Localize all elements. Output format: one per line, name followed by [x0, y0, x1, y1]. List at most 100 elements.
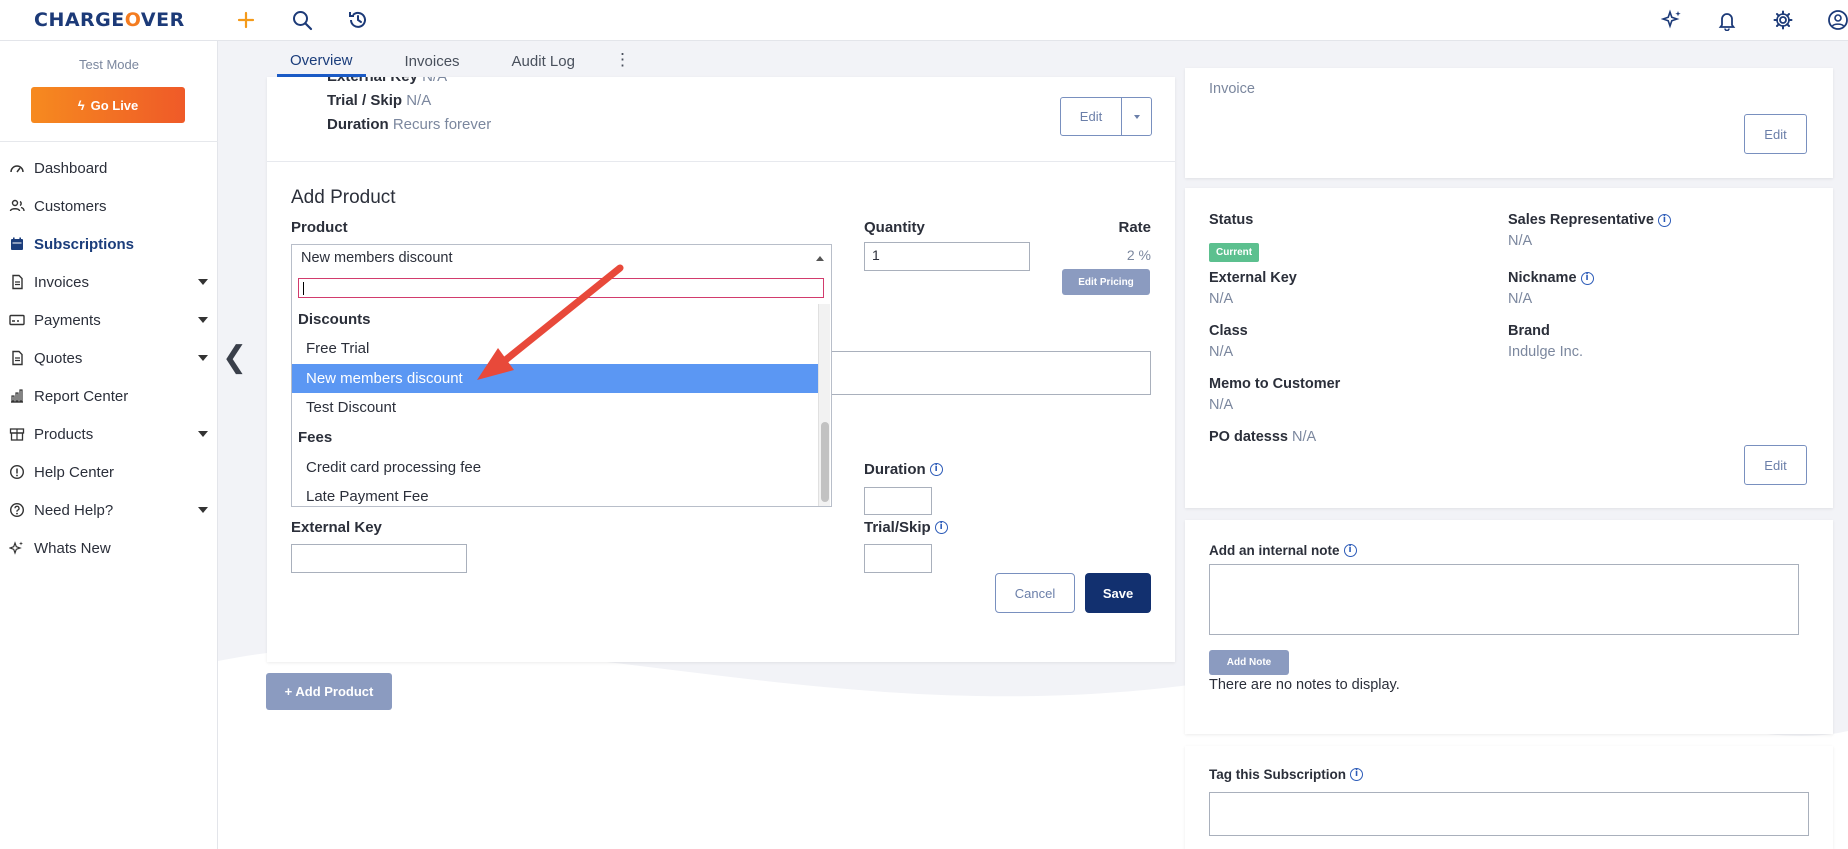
caret-up-icon: [816, 256, 824, 261]
product-dropdown: Discounts Free Trial New members discoun…: [291, 272, 832, 507]
go-live-button[interactable]: ϟ Go Live: [31, 87, 185, 123]
no-notes-text: There are no notes to display.: [1209, 677, 1400, 693]
sidebar-item-payments[interactable]: Payments: [0, 301, 218, 339]
sales-rep-label: Sales Representative i: [1508, 212, 1671, 228]
sidebar-item-customers[interactable]: Customers: [0, 187, 218, 225]
tab-audit-log[interactable]: Audit Log: [499, 53, 588, 77]
add-product-heading: Add Product: [291, 187, 396, 208]
duration-line: Duration Recurs forever: [327, 116, 492, 133]
brand-value: Indulge Inc.: [1508, 344, 1583, 360]
user-account-icon[interactable]: [1826, 8, 1848, 32]
bell-icon[interactable]: [1715, 8, 1739, 32]
sidebar-item-label: Customers: [34, 197, 107, 215]
duration-input[interactable]: [864, 487, 932, 515]
chevron-down-icon: [198, 317, 208, 323]
card-icon: [8, 311, 26, 329]
dropdown-scrollbar[interactable]: [818, 304, 830, 506]
tag-label: Tag this Subscription i: [1209, 767, 1364, 782]
external-key-value: N/A: [1209, 291, 1234, 307]
summary-edit-button[interactable]: Edit: [1061, 98, 1122, 135]
sidebar-item-need-help[interactable]: Need Help?: [0, 491, 218, 529]
document-icon: [8, 349, 26, 367]
trial-skip-line: Trial / Skip N/A: [327, 92, 432, 109]
sidebar-item-label: Subscriptions: [34, 235, 135, 253]
sidebar-item-label: Invoices: [34, 273, 90, 291]
invoice-edit-button[interactable]: Edit: [1744, 114, 1807, 154]
sparkle-icon: [8, 539, 26, 557]
dropdown-option[interactable]: Free Trial: [292, 334, 818, 364]
dropdown-option[interactable]: Credit card processing fee: [292, 453, 818, 483]
info-icon[interactable]: i: [929, 463, 943, 476]
status-badge: Current: [1209, 243, 1260, 262]
dropdown-options: Discounts Free Trial New members discoun…: [292, 304, 818, 512]
sidebar-item-report-center[interactable]: Report Center: [0, 377, 218, 415]
dropdown-option-highlighted[interactable]: New members discount: [292, 363, 818, 393]
summary-edit-dropdown-toggle[interactable]: [1122, 98, 1151, 135]
sidebar: Test Mode ϟ Go Live Dashboard Customers S…: [0, 41, 218, 849]
info-icon[interactable]: i: [1343, 544, 1357, 557]
external-key-label: External Key: [291, 519, 382, 536]
calendar-icon: [8, 235, 26, 253]
add-note-button[interactable]: Add Note: [1209, 650, 1289, 675]
caret-down-icon: [1133, 114, 1140, 119]
sidebar-item-help-center[interactable]: Help Center: [0, 453, 218, 491]
ai-sparkle-icon[interactable]: [1660, 8, 1684, 32]
collapse-sidebar-chevron-icon[interactable]: ❮: [222, 340, 247, 375]
sidebar-item-whats-new[interactable]: Whats New: [0, 529, 218, 567]
chevron-down-icon: [198, 355, 208, 361]
dropdown-search-input[interactable]: [298, 278, 824, 298]
external-key-input[interactable]: [291, 544, 467, 573]
dropdown-option[interactable]: Late Payment Fee: [292, 482, 818, 512]
trial-skip-label: Trial/Skip i: [864, 519, 948, 536]
plus-icon[interactable]: [234, 8, 258, 32]
sidebar-item-quotes[interactable]: Quotes: [0, 339, 218, 377]
add-product-button[interactable]: + Add Product: [266, 673, 392, 710]
product-select[interactable]: New members discount: [291, 244, 832, 273]
quantity-input[interactable]: 1: [864, 242, 1030, 271]
tag-input[interactable]: [1209, 792, 1809, 836]
dropdown-group-label: Discounts: [298, 310, 371, 328]
sidebar-item-products[interactable]: Products: [0, 415, 218, 453]
sidebar-item-subscriptions[interactable]: Subscriptions: [0, 225, 218, 263]
sidebar-item-label: Payments: [34, 311, 101, 329]
dropdown-group-label: Fees: [298, 429, 333, 446]
summary-edit-split-button: Edit: [1060, 97, 1152, 136]
test-mode-label: Test Mode: [79, 57, 139, 72]
nickname-value: N/A: [1508, 291, 1533, 307]
sidebar-item-label: Need Help?: [34, 501, 114, 519]
sidebar-item-invoices[interactable]: Invoices: [0, 263, 218, 301]
quantity-label: Quantity: [864, 219, 925, 236]
question-icon: [8, 501, 26, 519]
internal-note-textarea[interactable]: [1209, 564, 1799, 635]
more-options-icon[interactable]: ⋮: [614, 50, 631, 77]
trial-skip-input[interactable]: [864, 544, 932, 573]
scrollbar-thumb[interactable]: [821, 422, 829, 502]
info-icon[interactable]: i: [934, 521, 948, 534]
history-icon[interactable]: [346, 8, 370, 32]
info-icon[interactable]: i: [1657, 213, 1671, 227]
info-icon[interactable]: i: [1350, 768, 1364, 781]
description-textarea[interactable]: [832, 351, 1151, 395]
edit-pricing-button[interactable]: Edit Pricing: [1062, 269, 1150, 295]
cancel-button[interactable]: Cancel: [995, 573, 1075, 613]
chargeover-logo[interactable]: CHARGEOVER: [34, 9, 185, 31]
class-value: N/A: [1209, 344, 1234, 360]
dropdown-option[interactable]: Test Discount: [292, 393, 818, 423]
save-button[interactable]: Save: [1085, 573, 1151, 613]
info-icon[interactable]: i: [1580, 271, 1594, 285]
gear-icon[interactable]: [1771, 8, 1795, 32]
top-bar: CHARGEOVER: [0, 0, 1848, 41]
internal-note-label: Add an internal note i: [1209, 543, 1357, 558]
search-icon[interactable]: [290, 8, 314, 32]
bolt-icon: ϟ: [77, 97, 85, 113]
details-edit-button[interactable]: Edit: [1744, 445, 1807, 485]
box-icon: [8, 425, 26, 443]
sidebar-item-label: Quotes: [34, 349, 83, 367]
sidebar-item-dashboard[interactable]: Dashboard: [0, 149, 218, 187]
memo-label: Memo to Customer: [1209, 376, 1341, 392]
invoice-value: Invoice: [1209, 81, 1255, 97]
subscription-tabs: Overview Invoices Audit Log ⋮: [277, 41, 631, 77]
tab-invoices[interactable]: Invoices: [392, 53, 473, 77]
sidebar-item-label: Products: [34, 425, 94, 443]
tab-overview[interactable]: Overview: [277, 52, 366, 77]
